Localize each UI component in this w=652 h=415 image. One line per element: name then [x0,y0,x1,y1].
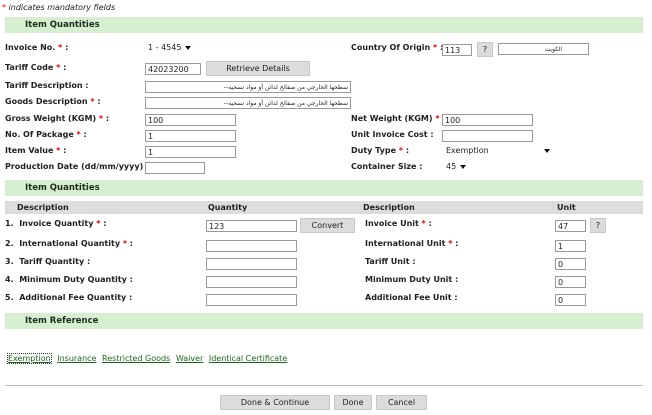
country-of-origin-label: Country Of Origin * : [351,43,444,52]
link-waiver[interactable]: Waiver [176,354,203,363]
unit-label: Additional Fee Unit : [365,293,458,302]
link-exemption[interactable]: Exemption [7,353,52,364]
duty-type-select[interactable]: Exemption [442,145,553,158]
item-value-input[interactable]: 1 [145,146,236,158]
quantities-table-header: Description Quantity Description Unit [5,201,643,214]
unit-label: Invoice Unit * : [365,219,432,228]
no-of-package-label: No. Of Package * : [5,130,87,139]
table-row-label: 2. International Quantity * : [5,239,133,248]
net-weight-input[interactable]: 100 [442,114,533,126]
footer-divider [5,385,643,386]
duty-type-label: Duty Type * : [351,146,410,155]
section-header-item-quantities-2: Item Quantities [5,180,643,196]
unit-label: Tariff Unit : [365,257,416,266]
goods-description-input[interactable]: سطحها الخارجي من صفائح لدائن أو مواد نسج… [145,97,351,109]
done-continue-button[interactable]: Done & Continue [220,395,330,410]
no-of-package-input[interactable]: 1 [145,130,236,142]
link-insurance[interactable]: Insurance [57,354,96,363]
unit-input[interactable]: 0 [555,294,586,306]
tariff-code-input[interactable]: 42023200 [145,63,201,75]
country-help-button[interactable]: ? [477,42,493,57]
retrieve-details-button[interactable]: Retrieve Details [206,61,310,76]
quantity-input[interactable] [206,276,297,288]
unit-label: Minimum Duty Unit : [365,275,459,284]
production-date-input[interactable] [145,162,205,174]
country-code-input[interactable]: 113 [442,44,472,56]
col-description-2: Description [363,203,415,212]
unit-input[interactable]: 47 [555,220,586,232]
country-name-input[interactable]: الكويت [498,43,589,55]
mandatory-note: * indicates mandatory fields [2,3,116,12]
section-header-item-quantities: Item Quantities [5,17,643,33]
unit-invoice-cost-label: Unit Invoice Cost : [351,130,434,139]
col-description: Description [17,203,69,212]
table-row-label: 1. Invoice Quantity * : [5,219,107,228]
gross-weight-input[interactable]: 100 [145,114,236,126]
production-date-label: Production Date (dd/mm/yyyy) : [5,162,150,171]
unit-invoice-cost-input[interactable] [442,130,533,142]
col-unit: Unit [557,203,576,212]
quantity-input[interactable]: 123 [206,220,297,232]
section-header-item-reference: Item Reference [5,313,643,329]
unit-help-button[interactable]: ? [590,218,606,233]
invoice-no-select[interactable]: 1 - 4545 [145,42,200,55]
gross-weight-label: Gross Weight (KGM) * : [5,114,110,123]
done-button[interactable]: Done [334,395,372,410]
tariff-description-label: Tariff Description : [5,81,89,90]
container-size-label: Container Size : [351,162,423,171]
reference-links: Exemption Insurance Restricted Goods Wai… [7,353,287,364]
tariff-description-input[interactable]: سطحها الخارجي من صفائح لدائن أو مواد نسج… [145,81,351,93]
container-size-select[interactable]: 45 [442,161,472,174]
col-quantity: Quantity [208,203,248,212]
link-restricted-goods[interactable]: Restricted Goods [102,354,170,363]
cancel-button[interactable]: Cancel [376,395,427,410]
unit-input[interactable]: 1 [555,240,586,252]
link-identical-certificate[interactable]: Identical Certificate [209,354,287,363]
item-value-label: Item Value * : [5,146,67,155]
goods-description-label: Goods Description * : [5,97,101,106]
convert-button[interactable]: Convert [300,218,355,233]
unit-label: International Unit * : [365,239,459,248]
unit-input[interactable]: 0 [555,276,586,288]
quantity-input[interactable] [206,240,297,252]
quantity-input[interactable] [206,258,297,270]
table-row-label: 3. Tariff Quantity : [5,257,91,266]
quantity-input[interactable] [206,294,297,306]
tariff-code-label: Tariff Code * : [5,63,67,72]
unit-input[interactable]: 0 [555,258,586,270]
table-row-label: 4. Minimum Duty Quantity : [5,275,133,284]
net-weight-label: Net Weight (KGM) * : [351,114,445,123]
table-row-label: 5. Additional Fee Quantity : [5,293,133,302]
invoice-no-label: Invoice No. * : [5,43,69,52]
